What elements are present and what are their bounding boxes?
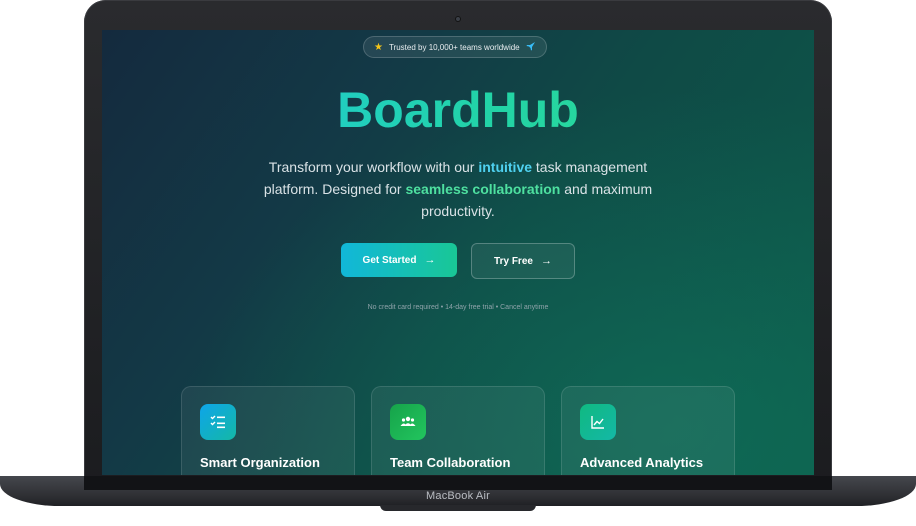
device-label: MacBook Air — [426, 490, 490, 502]
rocket-icon — [526, 41, 536, 54]
feature-card-smart-organization[interactable]: Smart Organization — [181, 386, 355, 475]
desc-text-1: Transform your workflow with our — [268, 159, 479, 175]
camera-icon — [455, 16, 461, 22]
feature-card-team-collaboration[interactable]: Team Collaboration — [371, 386, 545, 475]
star-icon: ★ — [374, 41, 383, 53]
laptop-bezel-bottom — [84, 476, 832, 490]
try-free-label: Try Free — [494, 255, 533, 267]
checklist-icon — [200, 404, 236, 440]
arrow-right-icon: → — [540, 255, 552, 267]
get-started-label: Get Started — [362, 254, 417, 266]
feature-title: Team Collaboration — [390, 455, 511, 470]
arrow-right-icon: → — [424, 254, 436, 266]
hero-description: Transform your workflow with our intuiti… — [252, 156, 664, 222]
fine-print: No credit card required • 14-day free tr… — [367, 304, 549, 311]
trust-badge-text: Trusted by 10,000+ teams worldwide — [388, 42, 520, 52]
analytics-icon — [580, 404, 616, 440]
app-screen: ★ Trusted by 10,000+ teams worldwide Boa… — [102, 30, 814, 475]
laptop-hinge — [380, 505, 536, 511]
team-icon — [390, 404, 426, 440]
try-free-button[interactable]: Try Free → — [471, 243, 575, 279]
hero-title: BoardHub — [102, 80, 814, 140]
feature-title: Smart Organization — [200, 455, 320, 470]
desc-highlight-collaboration: seamless collaboration — [405, 181, 561, 197]
trust-badge: ★ Trusted by 10,000+ teams worldwide — [363, 36, 547, 58]
get-started-button[interactable]: Get Started → — [341, 243, 457, 277]
feature-title: Advanced Analytics — [580, 455, 704, 470]
feature-card-advanced-analytics[interactable]: Advanced Analytics — [561, 386, 735, 475]
desc-highlight-intuitive: intuitive — [478, 159, 533, 175]
